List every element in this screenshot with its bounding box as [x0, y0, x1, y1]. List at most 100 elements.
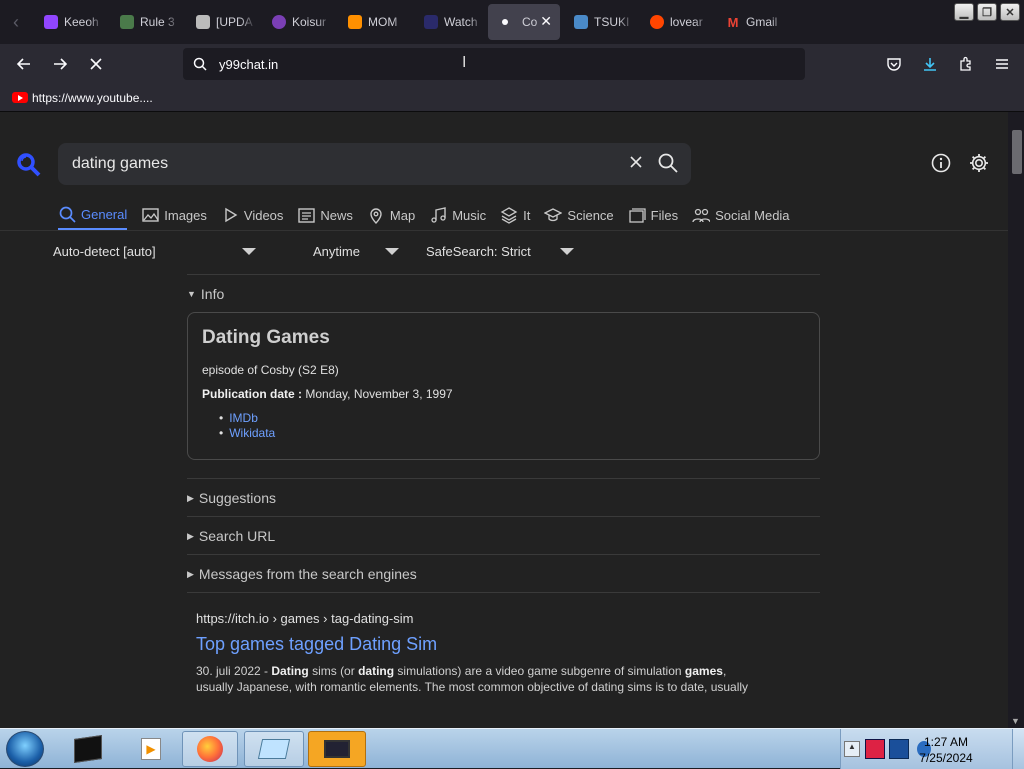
clock-date: 7/25/2024: [919, 751, 973, 765]
extensions-button[interactable]: [950, 48, 982, 80]
tab-it[interactable]: It: [500, 200, 530, 230]
infobox-title: Dating Games: [202, 327, 330, 348]
imdb-link[interactable]: IMDb: [229, 411, 805, 426]
category-label: Map: [389, 207, 416, 223]
stop-button[interactable]: [78, 48, 114, 80]
show-desktop-button[interactable]: [1012, 729, 1024, 769]
taskbar-app-notepad[interactable]: [244, 731, 304, 767]
tab-title: [UPDA: [216, 15, 253, 29]
clock[interactable]: 1:27 AM 7/25/2024: [906, 734, 986, 766]
suggestions-toggle[interactable]: ▶ Suggestions: [187, 479, 820, 516]
url-bar[interactable]: y99chat.in I: [183, 48, 805, 80]
tab-files[interactable]: Files: [628, 200, 678, 230]
result-title[interactable]: Top games tagged Dating Sim: [196, 634, 811, 655]
chevron-down-icon: [384, 248, 399, 255]
close-window-button[interactable]: ✕: [1000, 3, 1020, 21]
browser-tab[interactable]: Keeoh: [32, 4, 106, 40]
result-url[interactable]: https://itch.io › games › tag-dating-sim: [196, 611, 811, 626]
taskbar-app-firefox[interactable]: [182, 731, 238, 767]
bookmark-label: https://www.youtube....: [32, 90, 153, 105]
tab-title: Gmail: [746, 15, 778, 29]
taskbar: ▶ ▲ 1:27 AM 7/25/2024: [0, 728, 1024, 769]
search-url-toggle[interactable]: ▶ Search URL: [187, 517, 820, 554]
time-range-select[interactable]: Anytime: [313, 244, 399, 259]
newspaper-icon: [298, 208, 316, 223]
tab-title: TSUKI: [594, 15, 630, 29]
search-icon: [59, 206, 76, 223]
tab-title: Keeoh: [64, 15, 99, 29]
scrollbar-thumb[interactable]: [1012, 130, 1022, 174]
browser-tab[interactable]: TSUKI: [562, 4, 636, 40]
tab-strip: ‹ Keeoh Rule 3 [UPDA Koisur MOM Watch Co ✕ TSUKI…: [0, 0, 1024, 44]
infobox: Dating Games episode of Cosby (S2 E8) Pu…: [187, 312, 820, 460]
tray-expand-icon[interactable]: ▲: [844, 741, 860, 757]
engine-messages-toggle[interactable]: ▶ Messages from the search engines: [187, 555, 820, 592]
menu-button[interactable]: [986, 48, 1018, 80]
browser-tab[interactable]: Co ✕: [488, 4, 560, 40]
page-scrollbar[interactable]: ▼: [1008, 112, 1024, 728]
tab-images[interactable]: Images: [141, 200, 207, 230]
start-button[interactable]: [6, 731, 44, 767]
tab-title: Rule 3: [140, 15, 175, 29]
forward-button[interactable]: [42, 48, 78, 80]
tab-close-icon[interactable]: ✕: [540, 13, 552, 30]
puzzle-icon: [960, 56, 971, 71]
taskbar-app-terminal[interactable]: [56, 731, 120, 767]
downloads-button[interactable]: [914, 48, 946, 80]
clear-search-button[interactable]: [629, 153, 643, 174]
safesearch-select[interactable]: SafeSearch: Strict: [426, 244, 574, 259]
category-label: Files: [650, 207, 679, 223]
close-icon: [90, 58, 102, 70]
restore-button[interactable]: ❐: [977, 3, 997, 21]
category-tabs: General Images Videos News Map Music It Science…: [58, 200, 804, 230]
pocket-button[interactable]: [878, 48, 910, 80]
tab-general[interactable]: General: [58, 200, 128, 230]
search-url-label: Search URL: [198, 528, 276, 544]
back-button[interactable]: [6, 48, 42, 80]
bookmark-youtube[interactable]: https://www.youtube....: [12, 91, 153, 105]
searxng-logo-icon[interactable]: [16, 152, 42, 178]
tab-news[interactable]: News: [297, 200, 353, 230]
download-icon: [924, 58, 936, 71]
tab-music[interactable]: Music: [429, 200, 486, 230]
music-icon: [431, 207, 446, 223]
minimize-button[interactable]: ▁: [954, 3, 974, 21]
wikidata-link[interactable]: Wikidata: [229, 426, 805, 441]
taskbar-app-screen[interactable]: [308, 731, 366, 767]
browser-tab[interactable]: Watch: [412, 4, 486, 40]
snippet-text: simulations) are a video game subgenre o…: [394, 664, 685, 678]
browser-tab[interactable]: M Gmail: [714, 4, 788, 40]
result-item: https://itch.io › games › tag-dating-sim…: [187, 593, 820, 695]
tab-science[interactable]: Science: [544, 200, 614, 230]
tray-app-icon[interactable]: [865, 739, 885, 759]
info-icon[interactable]: [930, 152, 952, 174]
browser-tab[interactable]: Koisur: [260, 4, 334, 40]
browser-tab[interactable]: lovear: [638, 4, 712, 40]
search-icon: [193, 57, 207, 71]
browser-tab[interactable]: [UPDA: [184, 4, 258, 40]
snippet-highlight: Dating: [271, 664, 309, 678]
map-pin-icon: [370, 208, 382, 224]
tab-social-media[interactable]: Social Media: [692, 200, 790, 230]
search-submit-icon[interactable]: [657, 152, 679, 174]
taskbar-app-media[interactable]: ▶: [126, 731, 176, 767]
rule34-icon: [120, 15, 134, 29]
triangle-right-icon: ▶: [187, 492, 194, 503]
scroll-down-arrow-icon[interactable]: ▼: [1011, 716, 1020, 726]
infobox-links: IMDb Wikidata: [202, 411, 805, 441]
browser-tab[interactable]: MOM: [336, 4, 410, 40]
tab-videos[interactable]: Videos: [221, 200, 283, 230]
hamburger-icon: [996, 59, 1008, 69]
time-range-value: Anytime: [313, 244, 360, 259]
page-content: dating games General Images Videos News Map M…: [0, 112, 1008, 728]
search-input[interactable]: dating games: [58, 143, 691, 185]
tab-list: Keeoh Rule 3 [UPDA Koisur MOM Watch Co ✕ TSUKI lo…: [32, 4, 790, 40]
tab-map[interactable]: Map: [367, 200, 415, 230]
browser-tab[interactable]: Rule 3: [108, 4, 182, 40]
gmail-icon: M: [727, 14, 739, 30]
tab-scroll-left-button[interactable]: ‹: [0, 0, 32, 44]
info-section-toggle[interactable]: ▼ Info: [187, 275, 820, 312]
language-select[interactable]: Auto-detect [auto]: [53, 244, 256, 259]
category-label: News: [320, 207, 353, 223]
gear-icon[interactable]: [968, 152, 990, 174]
